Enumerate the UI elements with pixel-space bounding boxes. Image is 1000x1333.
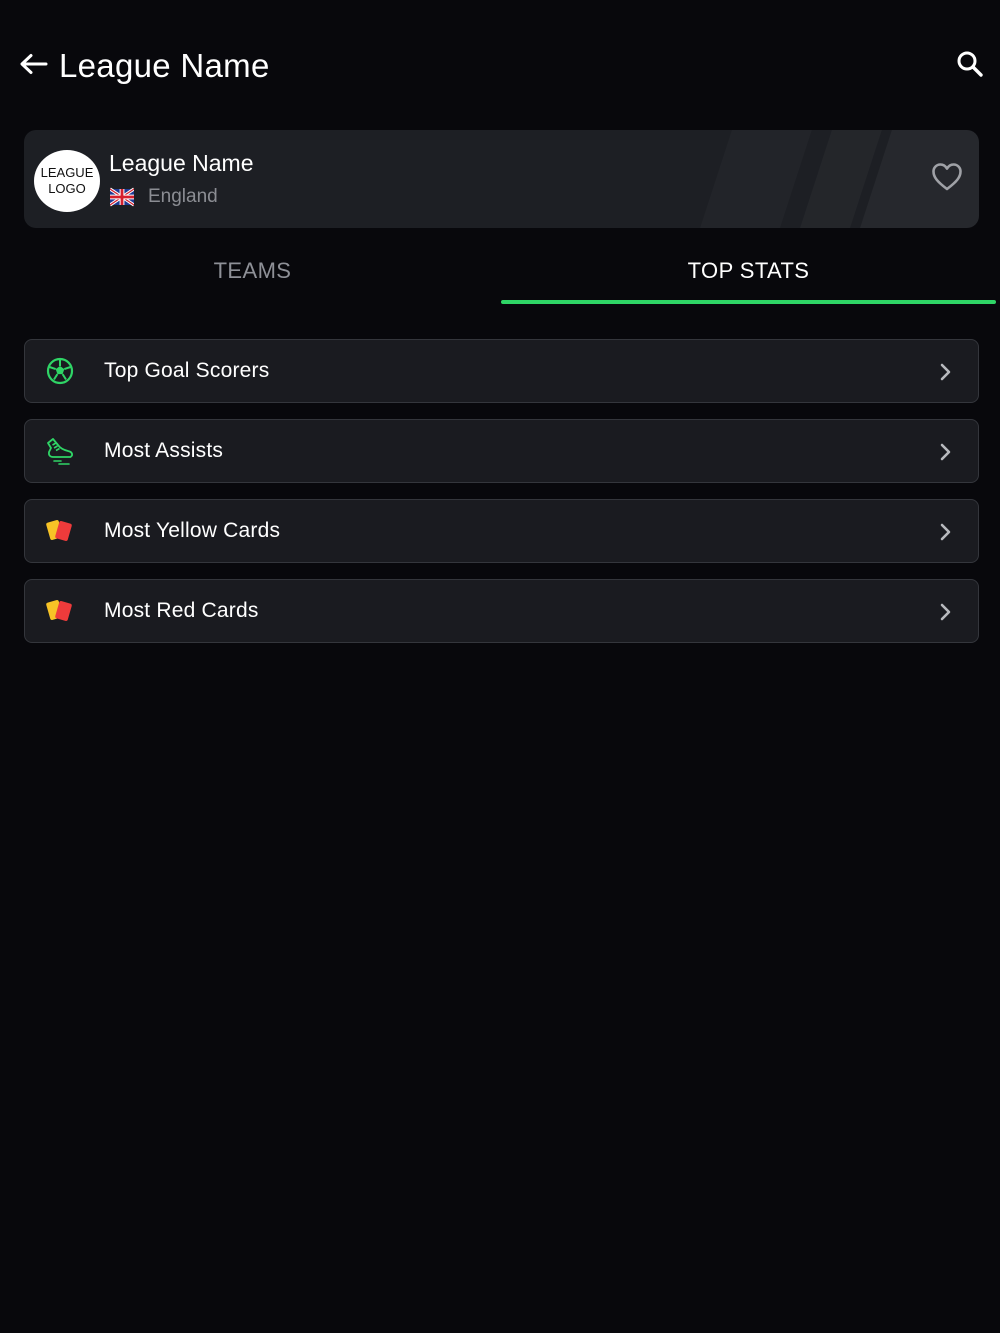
tab-bar: TEAMS TOP STATS (0, 240, 1000, 306)
favorite-button[interactable] (929, 162, 965, 196)
league-logo-text: LEAGUE (40, 165, 94, 180)
search-button[interactable] (950, 48, 990, 84)
league-country: England (110, 185, 218, 209)
chevron-right-icon (933, 360, 957, 384)
app-bar: League Name (0, 0, 1000, 130)
stat-item-most-assists[interactable]: Most Assists (24, 419, 979, 483)
active-tab-indicator (501, 300, 996, 304)
heart-outline-icon (931, 162, 963, 197)
page-title: League Name (59, 47, 270, 84)
yellow-card-icon (45, 516, 75, 546)
uk-flag-icon (110, 187, 134, 207)
stat-label: Most Assists (104, 439, 224, 462)
tab-top-stats[interactable]: TOP STATS (501, 240, 996, 302)
league-logo-text: LOGO (48, 181, 86, 196)
league-name: League Name (109, 150, 254, 176)
chevron-right-icon (933, 440, 957, 464)
stat-label: Most Yellow Cards (104, 519, 281, 542)
back-button[interactable] (16, 48, 50, 84)
tab-teams[interactable]: TEAMS (0, 240, 505, 302)
red-card-icon (45, 596, 75, 626)
stat-item-most-yellow-cards[interactable]: Most Yellow Cards (24, 499, 979, 563)
chevron-right-icon (933, 600, 957, 624)
card-decoration (693, 130, 815, 228)
search-icon (956, 50, 984, 83)
stat-item-top-goal-scorers[interactable]: Top Goal Scorers (24, 339, 979, 403)
stat-item-most-red-cards[interactable]: Most Red Cards (24, 579, 979, 643)
boot-icon (45, 436, 75, 466)
stat-label: Most Red Cards (104, 599, 259, 622)
league-header-card: LEAGUE LOGO League Name England (24, 130, 979, 228)
league-logo: LEAGUE LOGO (34, 150, 100, 212)
soccer-ball-icon (45, 356, 75, 386)
country-name: England (148, 186, 218, 207)
stat-label: Top Goal Scorers (104, 359, 270, 382)
chevron-right-icon (933, 520, 957, 544)
top-stats-list: Top Goal Scorers Most Assists Most Yello… (24, 339, 979, 659)
arrow-left-icon (18, 52, 48, 81)
